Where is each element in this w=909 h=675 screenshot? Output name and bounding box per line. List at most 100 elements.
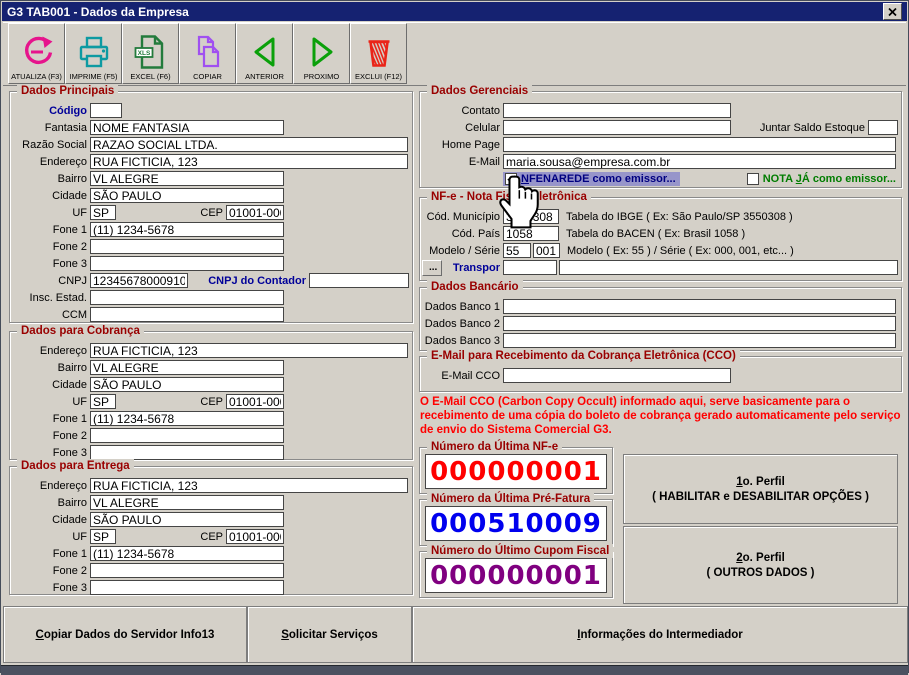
fone1-input[interactable] [90,222,284,237]
group-title: Dados Bancário [427,280,523,294]
entrega-uf-input[interactable] [90,529,116,544]
insc-label: Insc. Estad. [12,292,87,304]
transpor-browse-button[interactable]: ... [422,260,442,276]
entrega-fone3-input[interactable] [90,580,284,595]
email-cco-input[interactable] [503,368,731,383]
nfenarede-checkbox[interactable] [505,173,517,185]
cobranca-cep-input[interactable] [226,394,284,409]
cobranca-fone3-input[interactable] [90,445,284,460]
email-input[interactable] [503,154,896,169]
cobranca-endereco-input[interactable] [90,343,408,358]
group-title: Dados para Entrega [17,459,134,473]
fone3-input[interactable] [90,256,284,271]
razao-input[interactable] [90,137,408,152]
app-window: G3 TAB001 - Dados da Empresa ATUALIZA (F… [0,0,909,673]
copiar-button[interactable]: COPIAR [179,23,236,84]
copy-icon [190,34,226,70]
copiar-dados-servidor-button[interactable]: Copiar Dados do Servidor Info13 [3,606,247,663]
fone3-label: Fone 3 [12,582,87,594]
cep-label: CEP [200,396,223,408]
perfil-1-button[interactable]: 1o. Perfil ( HABILITAR e DESABILITAR OPÇ… [623,454,898,524]
toolbar-button-label: IMPRIME (F5) [70,72,118,81]
cod-municipio-input[interactable] [503,209,559,224]
fone2-label: Fone 2 [12,241,87,253]
close-button[interactable] [883,3,902,20]
insc-input[interactable] [90,290,284,305]
serie-input[interactable] [533,243,560,258]
entrega-fone1-input[interactable] [90,546,284,561]
group-title: Número do Último Cupom Fiscal [427,544,613,558]
entrega-cidade-input[interactable] [90,512,284,527]
checkmark-icon [507,175,516,183]
celular-input[interactable] [503,120,731,135]
informacoes-intermediador-button[interactable]: Informações do Intermediador [412,606,908,663]
cobranca-fone2-input[interactable] [90,428,284,443]
contato-input[interactable] [503,103,731,118]
cod-municipio-hint: Tabela do IBGE ( Ex: São Paulo/SP 355030… [566,211,793,223]
uf-input[interactable] [90,205,116,220]
entrega-fone2-input[interactable] [90,563,284,578]
excel-button[interactable]: XLS EXCEL (F6) [122,23,179,84]
cobranca-fone1-input[interactable] [90,411,284,426]
cidade-input[interactable] [90,188,284,203]
codigo-input[interactable] [90,103,122,118]
juntar-saldo-input[interactable] [868,120,898,135]
transpor-input-2[interactable] [559,260,898,275]
proximo-button[interactable]: PROXIMO [293,23,350,84]
endereco-input[interactable] [90,154,408,169]
group-title: E-Mail para Recebimento da Cobrança Elet… [427,349,740,363]
bairro-input[interactable] [90,171,284,186]
cnpj-input[interactable] [90,273,188,288]
cep-label: CEP [200,531,223,543]
fantasia-input[interactable] [90,120,284,135]
notaja-checkbox-group[interactable]: NOTA JÁ como emissor... [747,173,896,185]
fone2-label: Fone 2 [12,565,87,577]
fone2-input[interactable] [90,239,284,254]
exclui-button[interactable]: EXCLUI (F12) [350,23,407,84]
perfil-2-title: 2o. Perfil [736,552,785,564]
entrega-endereco-input[interactable] [90,478,408,493]
perfil-2-button[interactable]: 2o. Perfil ( OUTROS DADOS ) [623,526,898,604]
banco1-label: Dados Banco 1 [422,301,500,313]
cidade-label: Cidade [12,514,87,526]
cep-input[interactable] [226,205,284,220]
ccm-label: CCM [12,309,87,321]
atualiza-button[interactable]: ATUALIZA (F3) [8,23,65,84]
cod-pais-input[interactable] [503,226,559,241]
homepage-input[interactable] [503,137,896,152]
title-bar: G3 TAB001 - Dados da Empresa [2,2,907,21]
nfenarede-checkbox-group[interactable]: NFENAREDE como emissor... [503,172,680,186]
transpor-input-1[interactable] [503,260,557,275]
entrega-cep-input[interactable] [226,529,284,544]
refresh-icon [19,34,55,70]
codigo-label: Código [12,105,87,117]
printer-icon [76,34,112,70]
modelo-input[interactable] [503,243,531,258]
banco3-input[interactable] [503,333,896,348]
fone3-label: Fone 3 [12,258,87,270]
group-title: Número da Última Pré-Fatura [427,492,594,506]
perfil-1-subtitle: ( HABILITAR e DESABILITAR OPÇÕES ) [652,491,869,503]
email-cco-label: E-Mail CCO [422,370,500,382]
homepage-label: Home Page [422,139,500,151]
ccm-input[interactable] [90,307,284,322]
banco2-input[interactable] [503,316,896,331]
notaja-checkbox[interactable] [747,173,759,185]
toolbar-button-label: EXCEL (F6) [130,72,170,81]
endereco-label: Endereço [12,156,87,168]
cobranca-cidade-input[interactable] [90,377,284,392]
solicitar-servicos-button[interactable]: Solicitar Serviços [247,606,412,663]
entrega-bairro-input[interactable] [90,495,284,510]
cobranca-bairro-input[interactable] [90,360,284,375]
group-title: Dados para Cobrança [17,324,144,338]
group-title: Número da Última NF-e [427,440,562,454]
group-title: Dados Principais [17,84,118,98]
anterior-button[interactable]: ANTERIOR [236,23,293,84]
banco1-input[interactable] [503,299,896,314]
cnpj-contador-input[interactable] [309,273,409,288]
imprime-button[interactable]: IMPRIME (F5) [65,23,122,84]
uf-label: UF [12,531,87,543]
cobranca-uf-input[interactable] [90,394,116,409]
razao-label: Razão Social [12,139,87,151]
banco3-label: Dados Banco 3 [422,335,500,347]
